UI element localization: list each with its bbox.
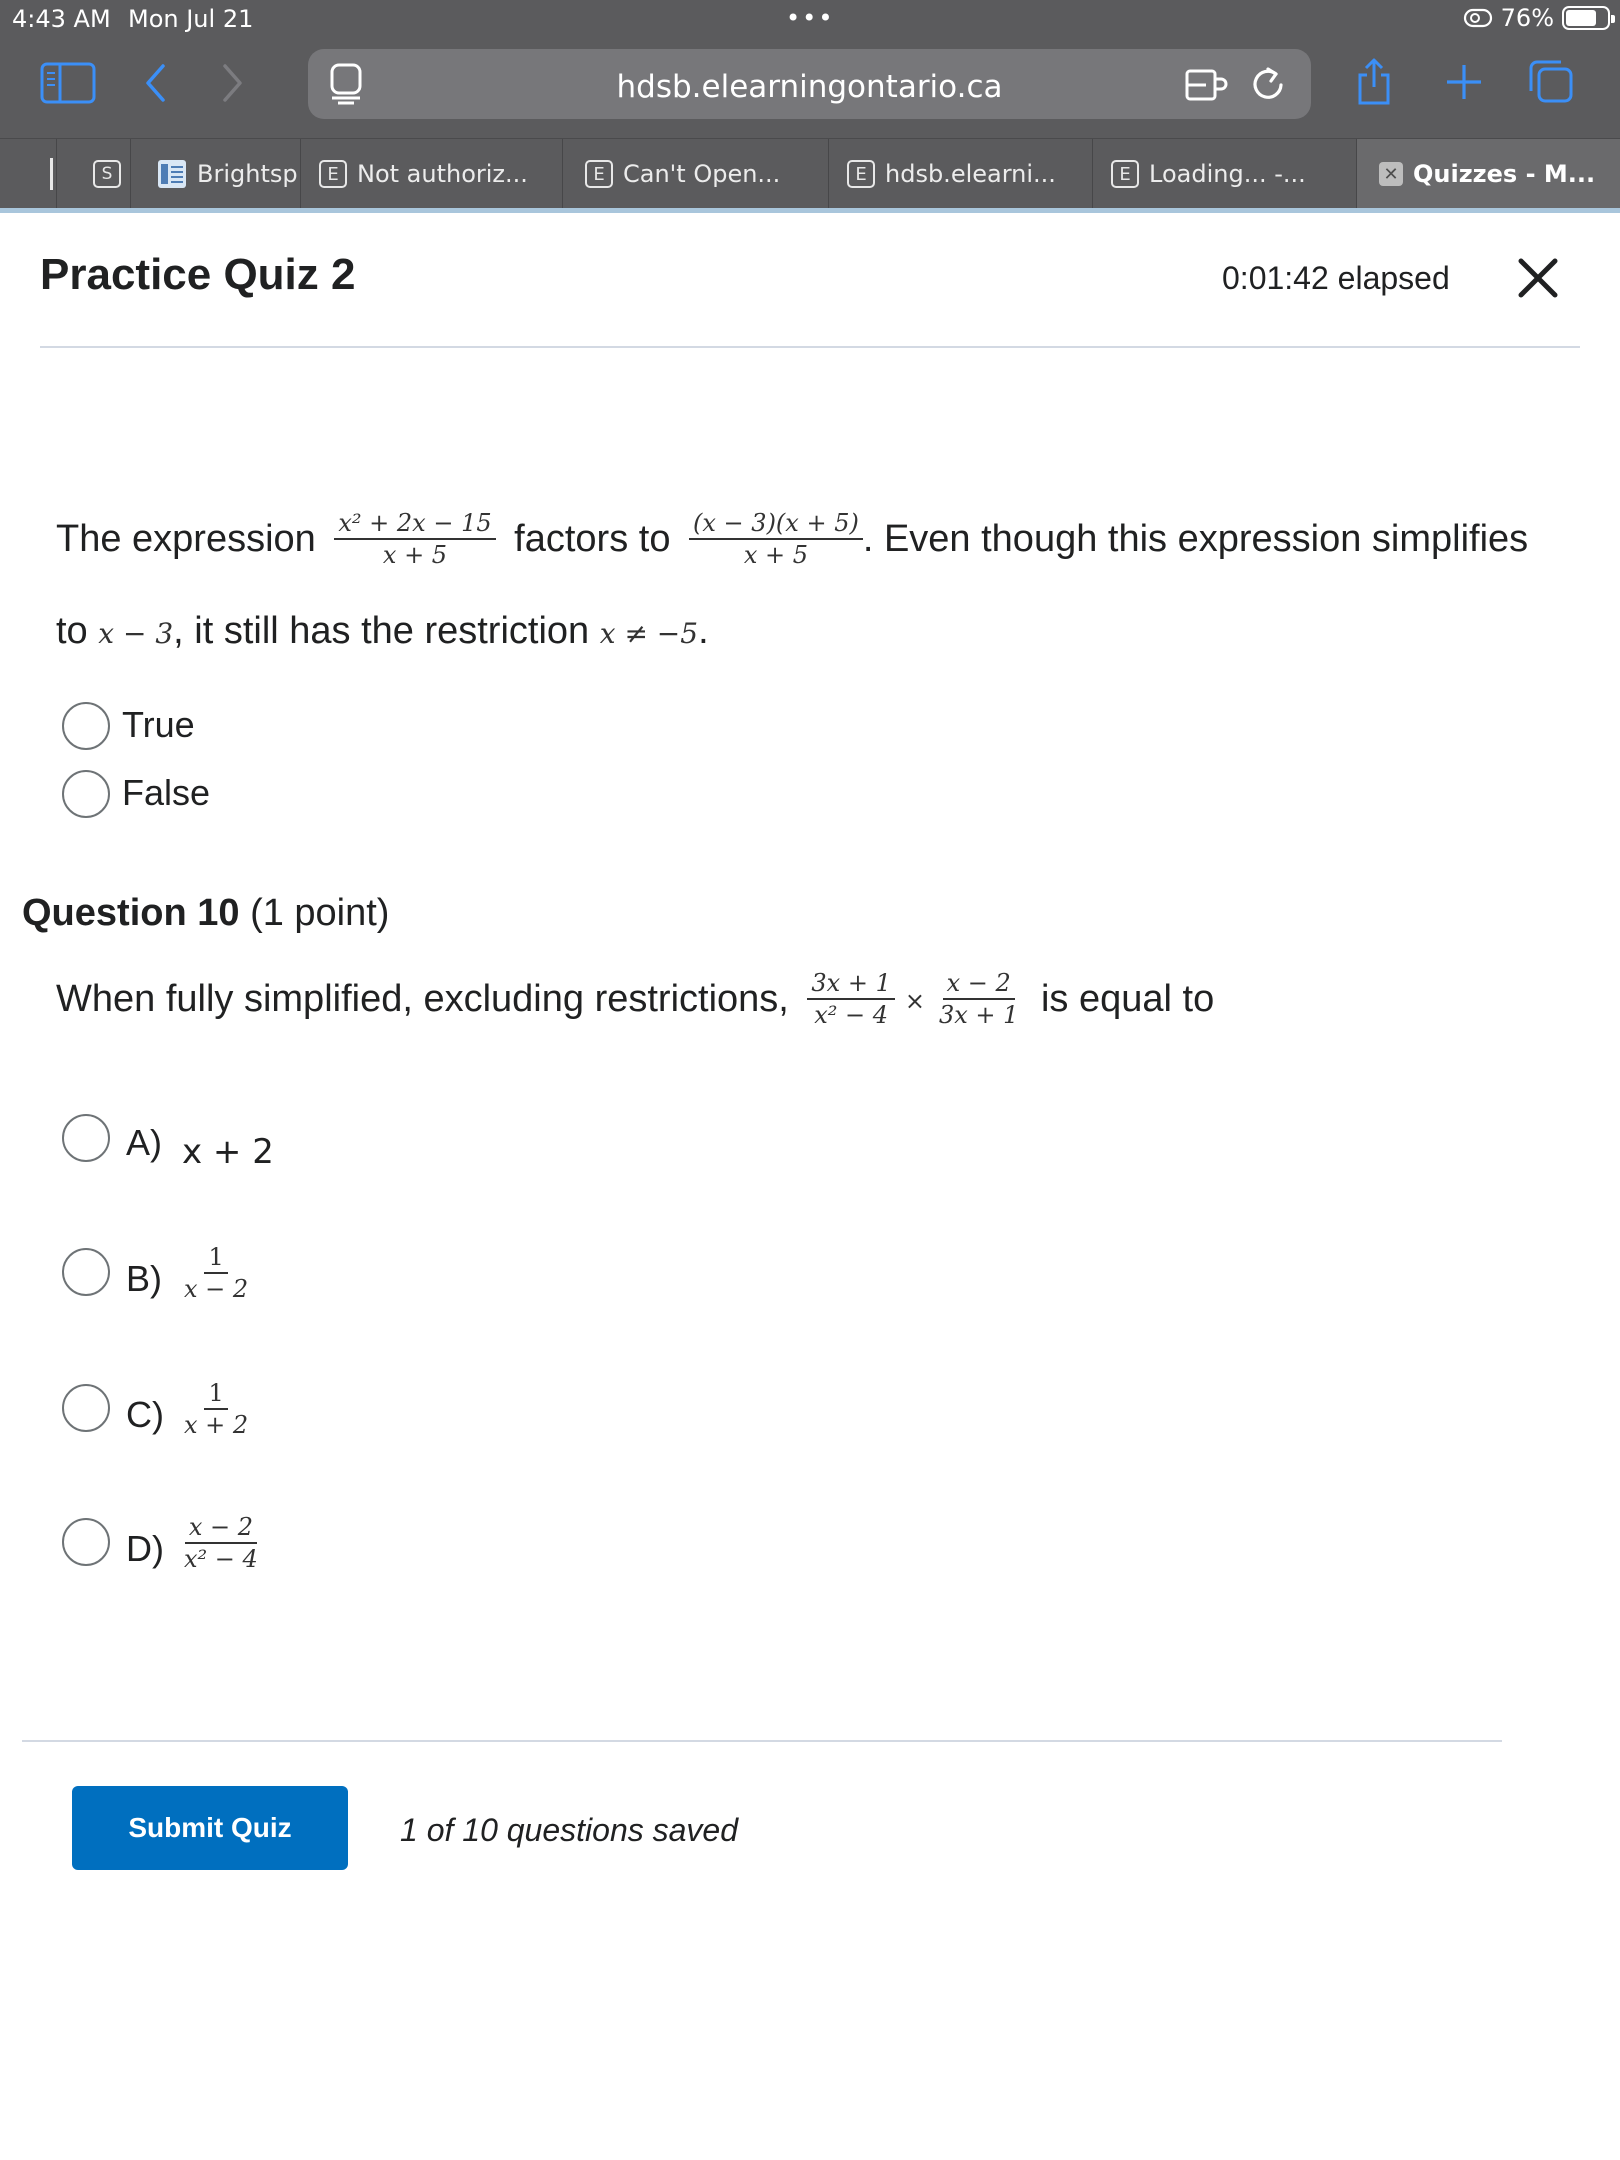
tab-label: Not authoriz...: [357, 160, 528, 188]
option-label-false[interactable]: False: [122, 772, 210, 814]
page-title: Practice Quiz 2: [40, 250, 356, 299]
tab-switcher-icon[interactable]: [1526, 58, 1576, 106]
radio-option-c[interactable]: [62, 1384, 110, 1432]
radio-true[interactable]: [62, 702, 110, 750]
option-letter-a[interactable]: A): [126, 1122, 162, 1164]
radio-option-a[interactable]: [62, 1114, 110, 1162]
close-quiz-icon[interactable]: [1516, 256, 1560, 300]
back-icon[interactable]: [138, 60, 174, 106]
expression-fraction: x² + 2x − 15 x + 5: [334, 508, 496, 570]
address-bar[interactable]: hdsb.elearningontario.ca: [308, 49, 1311, 119]
option-letter-b[interactable]: B): [126, 1258, 162, 1300]
factored-fraction: (x − 3)(x + 5) x + 5: [689, 508, 863, 570]
status-time: 4:43 AM: [12, 5, 111, 33]
header-divider: [40, 346, 1580, 348]
option-label-true[interactable]: True: [122, 704, 195, 746]
tab-cant-open[interactable]: E Can't Open...: [562, 139, 828, 209]
radio-false[interactable]: [62, 770, 110, 818]
battery-icon: [1562, 6, 1615, 30]
question-10-heading: Question 10 (1 point): [22, 892, 390, 934]
submit-quiz-button[interactable]: Submit Quiz: [72, 1786, 348, 1870]
question-9-line-1: The expression x² + 2x − 15 x + 5 factor…: [56, 508, 1529, 570]
multitasking-dots-icon[interactable]: •••: [786, 4, 834, 32]
question-10-prompt: When fully simplified, excluding restric…: [56, 968, 1215, 1030]
status-bar: 4:43 AM Mon Jul 21 ••• 76%: [0, 0, 1620, 40]
option-d-fraction[interactable]: x − 2 x² − 4: [172, 1513, 270, 1576]
tab-label: Can't Open...: [623, 160, 781, 188]
tab-pinned[interactable]: [0, 139, 56, 209]
forward-icon[interactable]: [214, 60, 250, 106]
battery-fill: [1566, 10, 1597, 26]
share-icon[interactable]: [1352, 56, 1396, 108]
radio-option-d[interactable]: [62, 1518, 110, 1566]
tab-s[interactable]: S: [56, 139, 130, 209]
new-tab-icon[interactable]: [1444, 62, 1484, 102]
option-a-expression[interactable]: x + 2: [182, 1132, 274, 1172]
extension-icon[interactable]: [1184, 65, 1228, 105]
tab-label: hdsb.elearni...: [885, 160, 1056, 188]
option-c-fraction[interactable]: 1 x + 2: [172, 1379, 260, 1442]
elapsed-timer: 0:01:42 elapsed: [1222, 260, 1450, 296]
status-date: Mon Jul 21: [128, 5, 254, 33]
prompt-fraction-2: x − 2 3x + 1: [938, 969, 1019, 1029]
e-favicon-icon: E: [319, 160, 347, 188]
tab-label: Quizzes - M...: [1413, 160, 1596, 188]
tab-hdsb[interactable]: E hdsb.elearni...: [828, 139, 1092, 209]
close-tab-icon[interactable]: ✕: [1379, 162, 1403, 186]
url-text: hdsb.elearningontario.ca: [616, 69, 1003, 105]
option-b-fraction[interactable]: 1 x − 2: [172, 1243, 260, 1306]
tab-brightspace[interactable]: Brightsp: [130, 139, 300, 209]
page-top-accent: [0, 208, 1620, 213]
battery-percent: 76%: [1500, 4, 1554, 32]
saved-status: 1 of 10 questions saved: [400, 1812, 739, 1848]
tab-label: Loading... -...: [1149, 160, 1306, 188]
option-letter-c[interactable]: C): [126, 1394, 164, 1436]
option-letter-d[interactable]: D): [126, 1528, 164, 1570]
tab-not-authorized[interactable]: E Not authoriz...: [300, 139, 540, 209]
question-9-line-2: to x − 3, it still has the restriction x…: [56, 610, 709, 652]
e-favicon-icon: E: [1111, 160, 1139, 188]
radio-option-b[interactable]: [62, 1248, 110, 1296]
tab-loading[interactable]: E Loading... -...: [1092, 139, 1356, 209]
sidebar-toggle-icon[interactable]: [40, 60, 96, 106]
tab-quizzes[interactable]: ✕ Quizzes - M...: [1356, 139, 1620, 209]
tab-bar: S Brightsp E Not authoriz... E Can't Ope…: [0, 138, 1620, 209]
e-favicon-icon: E: [847, 160, 875, 188]
reload-icon[interactable]: [1248, 63, 1288, 105]
browser-toolbar: hdsb.elearningontario.ca: [0, 40, 1620, 138]
status-right: 76%: [1463, 4, 1615, 32]
prompt-fraction-1: 3x + 1 x² − 4: [807, 968, 895, 1030]
e-favicon-icon: E: [585, 160, 613, 188]
brightspace-favicon-icon: [158, 160, 186, 188]
footer-divider: [22, 1740, 1502, 1742]
focus-mode-icon: [1463, 8, 1492, 28]
times-sign: ×: [904, 987, 925, 1015]
s-favicon-icon: S: [93, 160, 121, 188]
tab-label: Brightsp: [197, 160, 298, 188]
